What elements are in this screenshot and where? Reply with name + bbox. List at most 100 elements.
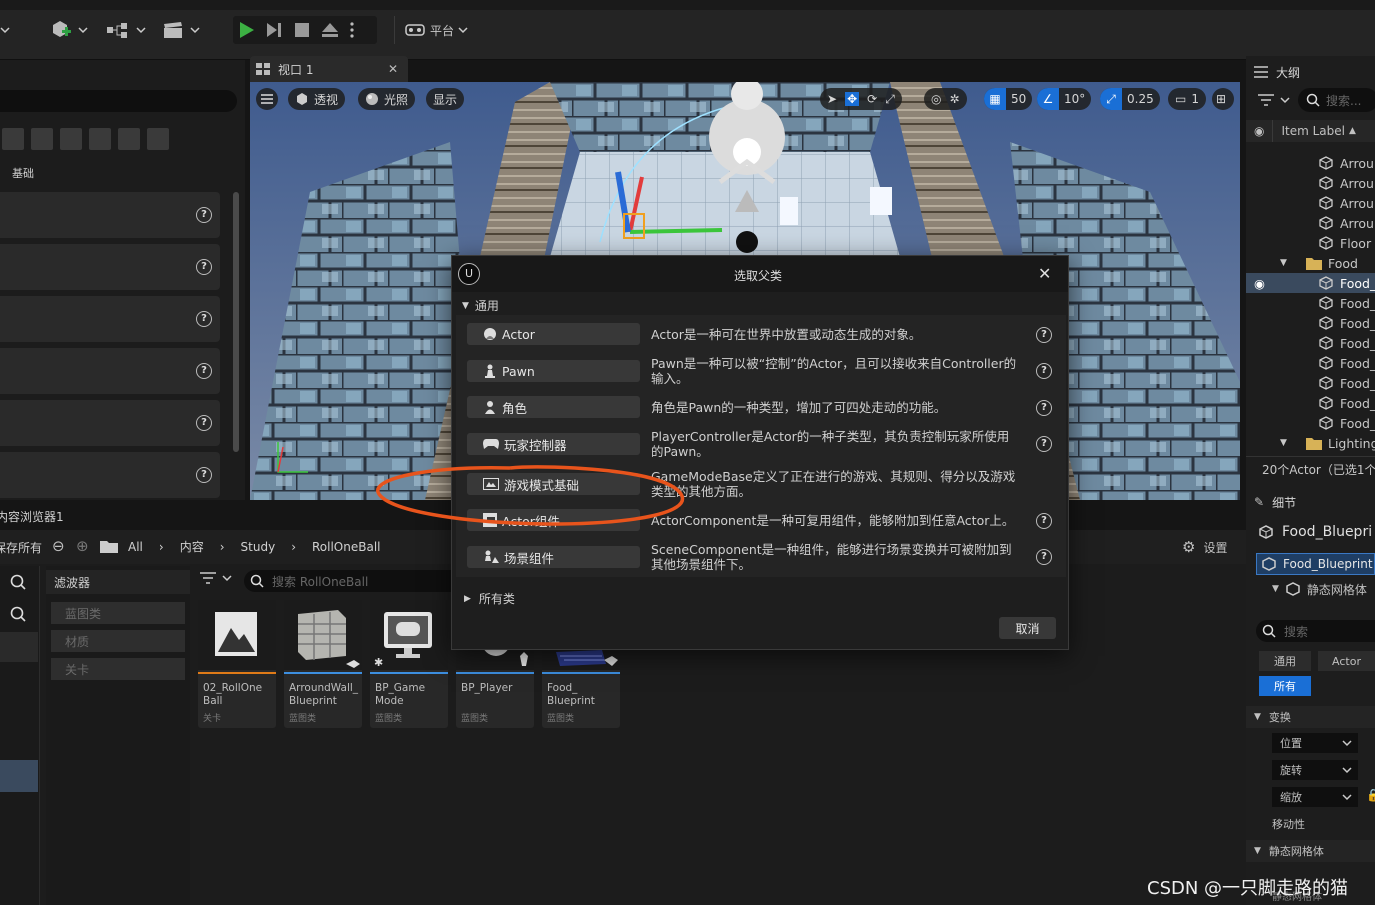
class-scenecomponent-button[interactable]: 场景组件	[467, 546, 640, 568]
class-character-button[interactable]: 角色	[467, 396, 640, 418]
category-effects-icon[interactable]	[60, 128, 82, 150]
section-common-header[interactable]: ▼ 通用	[462, 297, 499, 314]
scale-snap-icon[interactable]: ⤢	[1100, 88, 1122, 110]
camera-speed-control[interactable]: ▭ 1	[1168, 88, 1206, 110]
asset-tile-blueprint[interactable]: ✱ BP_Game Mode 蓝图类	[370, 600, 448, 728]
filter-all-button[interactable]: 所有	[1259, 676, 1311, 696]
help-icon[interactable]: ?	[1036, 327, 1052, 343]
outliner-item[interactable]: Food_	[1246, 373, 1375, 393]
close-icon[interactable]: ✕	[388, 62, 398, 76]
eye-icon[interactable]: ◉	[1254, 124, 1264, 138]
category-all-icon[interactable]	[147, 128, 169, 150]
forward-icon[interactable]: ⊕	[76, 537, 89, 555]
toolbar-dropdown-left[interactable]	[0, 16, 10, 44]
crumb-study[interactable]: Study	[241, 540, 276, 554]
search-icon[interactable]	[10, 574, 26, 590]
actor-row[interactable]: ?	[0, 244, 220, 290]
help-icon[interactable]: ?	[196, 363, 212, 379]
surface-snap-icon[interactable]: ✲	[949, 92, 959, 106]
angle-icon[interactable]: ∠	[1037, 88, 1059, 110]
scale-dropdown[interactable]: 缩放	[1272, 787, 1358, 807]
help-icon[interactable]: ?	[196, 259, 212, 275]
outliner-item[interactable]: ◉ Food_	[1246, 273, 1375, 293]
crumb-content[interactable]: 内容	[180, 538, 204, 555]
class-playercontroller-button[interactable]: 玩家控制器	[467, 433, 640, 455]
filter-material[interactable]: 材质	[51, 630, 185, 652]
outliner-item[interactable]: Food_	[1246, 313, 1375, 333]
outliner-item[interactable]: Arroun	[1246, 193, 1375, 213]
folder-row-selected[interactable]	[0, 760, 38, 792]
select-icon[interactable]: ➤	[827, 92, 837, 106]
outliner-search-input[interactable]: 搜索...	[1298, 88, 1375, 112]
rotation-dropdown[interactable]: 旋转	[1272, 760, 1358, 780]
category-shapes-icon[interactable]	[89, 128, 111, 150]
category-basic-icon[interactable]	[2, 128, 24, 150]
asset-filter-button[interactable]	[200, 572, 232, 584]
lighting-button[interactable]: 光照	[358, 88, 416, 110]
show-button[interactable]: 显示	[426, 88, 465, 110]
perspective-button[interactable]: 透视	[288, 88, 346, 110]
eye-icon[interactable]: ◉	[1254, 276, 1265, 291]
platform-button[interactable]: 平台	[404, 16, 468, 44]
add-actor-button[interactable]	[50, 16, 88, 44]
help-icon[interactable]: ?	[1036, 513, 1052, 529]
section-all-classes[interactable]: ▶ 所有类	[464, 590, 515, 607]
help-icon[interactable]: ?	[196, 207, 212, 223]
eject-icon[interactable]	[321, 21, 339, 39]
asset-tile-level[interactable]: 02_RollOne Ball 关卡	[198, 600, 276, 728]
actor-row[interactable]: ?	[0, 348, 220, 394]
asset-tile-blueprint[interactable]: ArroundWall_ Blueprint 蓝图类	[284, 600, 362, 728]
outliner-filter-button[interactable]	[1258, 90, 1290, 110]
help-icon[interactable]: ?	[1036, 436, 1052, 452]
filter-general-button[interactable]: 通用	[1259, 651, 1311, 671]
search-icon[interactable]	[10, 606, 26, 622]
category-volumes-icon[interactable]	[118, 128, 140, 150]
help-icon[interactable]: ?	[196, 311, 212, 327]
settings-button[interactable]: ⚙ 设置	[1182, 538, 1227, 556]
expand-arrow-icon[interactable]: ▼	[1280, 258, 1287, 268]
outliner-item[interactable]: Food_	[1246, 413, 1375, 433]
scrollbar[interactable]	[233, 192, 239, 452]
category-lights-icon[interactable]	[31, 128, 53, 150]
step-icon[interactable]	[265, 21, 283, 39]
viewport-menu-button[interactable]	[256, 88, 278, 110]
details-search-input[interactable]: 搜索	[1256, 620, 1375, 642]
crumb-rollone[interactable]: RollOneBall	[312, 540, 381, 554]
expand-arrow-icon[interactable]: ▼	[1280, 438, 1287, 448]
outliner-item[interactable]: Floor	[1246, 233, 1375, 253]
folder-row[interactable]	[0, 632, 38, 662]
help-icon[interactable]: ?	[1036, 363, 1052, 379]
rotate-icon[interactable]: ⟳	[867, 92, 877, 106]
filter-level[interactable]: 关卡	[51, 658, 185, 680]
cancel-button[interactable]: 取消	[999, 617, 1056, 639]
more-icon[interactable]	[349, 21, 355, 39]
asset-search-input[interactable]: 搜索 RollOneBall	[244, 570, 454, 592]
section-static-mesh[interactable]: ▼ 静态网格体	[1246, 840, 1375, 862]
help-icon[interactable]: ?	[196, 415, 212, 431]
class-pawn-button[interactable]: Pawn	[467, 360, 640, 382]
component-root[interactable]: Food_Blueprint	[1256, 553, 1375, 575]
outliner-item[interactable]: Food_	[1246, 333, 1375, 353]
component-child[interactable]: ▼ 静态网格体	[1272, 578, 1367, 600]
position-dropdown[interactable]: 位置	[1272, 733, 1358, 753]
grid-icon[interactable]: ▦	[984, 88, 1006, 110]
column-item-label[interactable]: Item Label	[1281, 124, 1345, 138]
actor-row[interactable]: ?	[0, 296, 220, 342]
actor-row[interactable]: ?	[0, 452, 220, 498]
scale-icon[interactable]: ⤢	[885, 92, 895, 107]
back-icon[interactable]: ⊖	[52, 537, 65, 555]
outliner-folder[interactable]: ▼ Food	[1246, 253, 1375, 273]
outliner-item[interactable]: Food_	[1246, 293, 1375, 313]
outliner-item[interactable]: Arroun	[1246, 213, 1375, 233]
grid-snap-control[interactable]: ▦ 50	[984, 88, 1033, 110]
scale-snap-control[interactable]: ⤢ 0.25	[1100, 88, 1160, 110]
filter-actor-button[interactable]: Actor	[1318, 651, 1375, 671]
help-icon[interactable]: ?	[1036, 549, 1052, 565]
outliner-item[interactable]: Arroun	[1246, 173, 1375, 193]
content-browser-tab[interactable]: 内容浏览器1	[0, 508, 64, 525]
move-icon[interactable]: ✥	[845, 92, 860, 106]
filter-blueprint[interactable]: 蓝图类	[51, 602, 185, 624]
layout-button[interactable]: ⊞	[1212, 88, 1234, 110]
help-icon[interactable]: ?	[1036, 400, 1052, 416]
actor-row[interactable]: ?	[0, 400, 220, 446]
